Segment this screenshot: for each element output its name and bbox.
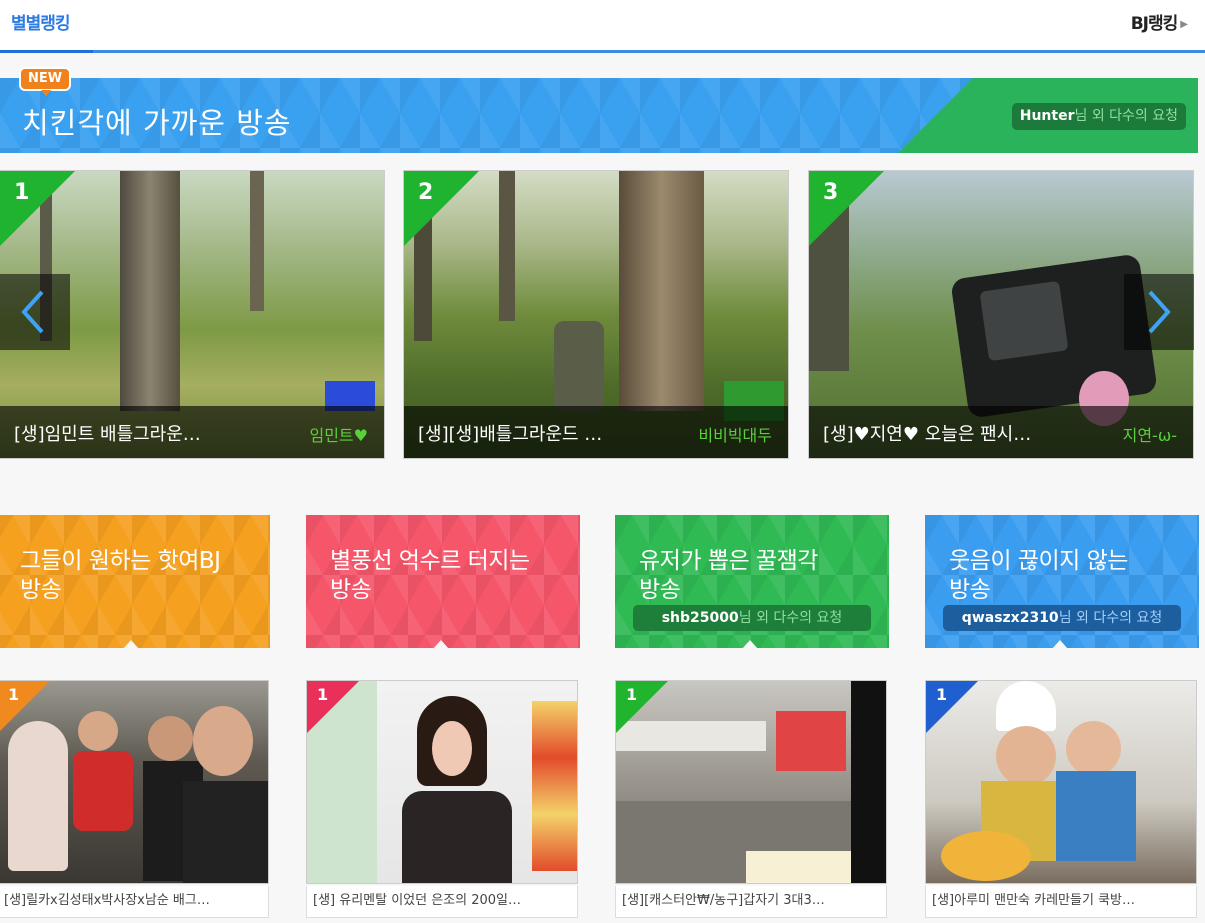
category-title-line2: 방송 xyxy=(20,577,62,603)
rank-number: 1 xyxy=(8,685,20,704)
banner-request-user: Hunter xyxy=(1019,108,1075,124)
rank-badge xyxy=(0,171,75,246)
rank-badge xyxy=(404,171,479,246)
category-card-laugh[interactable]: 웃음이 끊이지 않는 방송 qwaszx2310님 외 다수의 요청 xyxy=(925,515,1199,648)
tab-star-ranking-label: 별별랭킹 xyxy=(11,14,71,34)
page: 별별랭킹 BJ랭킹 ▶ NEW 치킨각에 가까운 방송 Hunter님 외 다수의… xyxy=(0,0,1205,923)
category-stream-title[interactable]: [생][캐스터안₩/농구]갑자기 3대3… xyxy=(615,886,887,918)
bj-ranking-label: BJ랭킹 xyxy=(1130,14,1179,34)
category-request-pill: shb25000님 외 다수의 요청 xyxy=(633,605,871,631)
chevron-right-icon xyxy=(1148,290,1171,334)
stream-title[interactable]: [생][생]배틀그라운드 … xyxy=(418,420,678,446)
category-request-suffix: 님 외 다수의 요청 xyxy=(1058,610,1163,626)
category-request-pill: qwaszx2310님 외 다수의 요청 xyxy=(943,605,1181,631)
category-card-star-balloon[interactable]: 별풍선 억수르 터지는 방송 xyxy=(306,515,580,648)
tab-star-ranking[interactable]: 별별랭킹 xyxy=(0,0,93,53)
category-stream-title[interactable]: [생]아루미 맨만숙 카레만들기 쿡방… xyxy=(925,886,1197,918)
banner-request-suffix: 님 외 다수의 요청 xyxy=(1074,108,1178,124)
category-stream-thumb-2[interactable]: 1 xyxy=(306,680,578,884)
category-title-line2: 방송 xyxy=(949,577,991,603)
category-request-user: shb25000 xyxy=(661,610,739,626)
category-stream-title[interactable]: [생]릴카x김성태x박사장x남순 배그… xyxy=(0,886,269,918)
stream-caption: [생][생]배틀그라운드 … 비비빅대두 xyxy=(404,406,788,458)
top-tab-bar: 별별랭킹 BJ랭킹 ▶ xyxy=(0,0,1205,53)
bj-ranking-link[interactable]: BJ랭킹 ▶ xyxy=(1130,9,1188,34)
stream-caption: [생]임민트 배틀그라운… 임민트♥ xyxy=(0,406,384,458)
rank-badge xyxy=(926,681,978,733)
rank-badge xyxy=(307,681,359,733)
rank-number: 1 xyxy=(317,685,329,704)
rank-badge xyxy=(809,171,884,246)
caret-right-icon: ▶ xyxy=(1180,19,1188,30)
main-banner: 치킨각에 가까운 방송 Hunter님 외 다수의 요청 xyxy=(0,78,1198,153)
category-request-suffix: 님 외 다수의 요청 xyxy=(738,610,843,626)
banner-request-pill: Hunter님 외 다수의 요청 xyxy=(1011,103,1186,130)
category-stream-thumb-3[interactable]: 1 xyxy=(615,680,887,884)
stream-card-2[interactable]: 2 [생][생]배틀그라운드 … 비비빅대두 xyxy=(403,170,789,459)
category-stream-thumb-1[interactable]: 1 xyxy=(0,680,269,884)
stream-title[interactable]: [생]임민트 배틀그라운… xyxy=(14,420,274,446)
rank-number: 3 xyxy=(823,180,839,205)
stream-bj-name[interactable]: 지연-ω- xyxy=(1123,422,1177,446)
category-request-user: qwaszx2310 xyxy=(961,610,1059,626)
rank-number: 1 xyxy=(14,180,30,205)
rank-number: 1 xyxy=(936,685,948,704)
chevron-left-icon xyxy=(21,290,44,334)
category-title-line2: 방송 xyxy=(639,577,681,603)
banner-title: 치킨각에 가까운 방송 xyxy=(22,106,292,140)
rank-number: 2 xyxy=(418,180,434,205)
category-card-hot-bj[interactable]: 그들이 원하는 핫여BJ 방송 xyxy=(0,515,270,648)
category-stream-thumb-4[interactable]: 1 xyxy=(925,680,1197,884)
category-stream-title[interactable]: [생] 유리멘탈 이었던 은조의 200일… xyxy=(306,886,578,918)
stream-title[interactable]: [생]♥지연♥ 오늘은 팬시… xyxy=(823,420,1083,446)
stream-bj-name[interactable]: 임민트♥ xyxy=(309,422,368,446)
carousel-prev-button[interactable] xyxy=(0,274,70,350)
stream-bj-name[interactable]: 비비빅대두 xyxy=(698,422,772,446)
category-title-line2: 방송 xyxy=(330,577,372,603)
rank-number: 1 xyxy=(626,685,638,704)
carousel-next-button[interactable] xyxy=(1124,274,1194,350)
rank-badge xyxy=(616,681,668,733)
new-badge: NEW xyxy=(19,67,71,96)
category-card-user-pick[interactable]: 유저가 뽑은 꿀잼각 방송 shb25000님 외 다수의 요청 xyxy=(615,515,889,648)
stream-caption: [생]♥지연♥ 오늘은 팬시… 지연-ω- xyxy=(809,406,1193,458)
